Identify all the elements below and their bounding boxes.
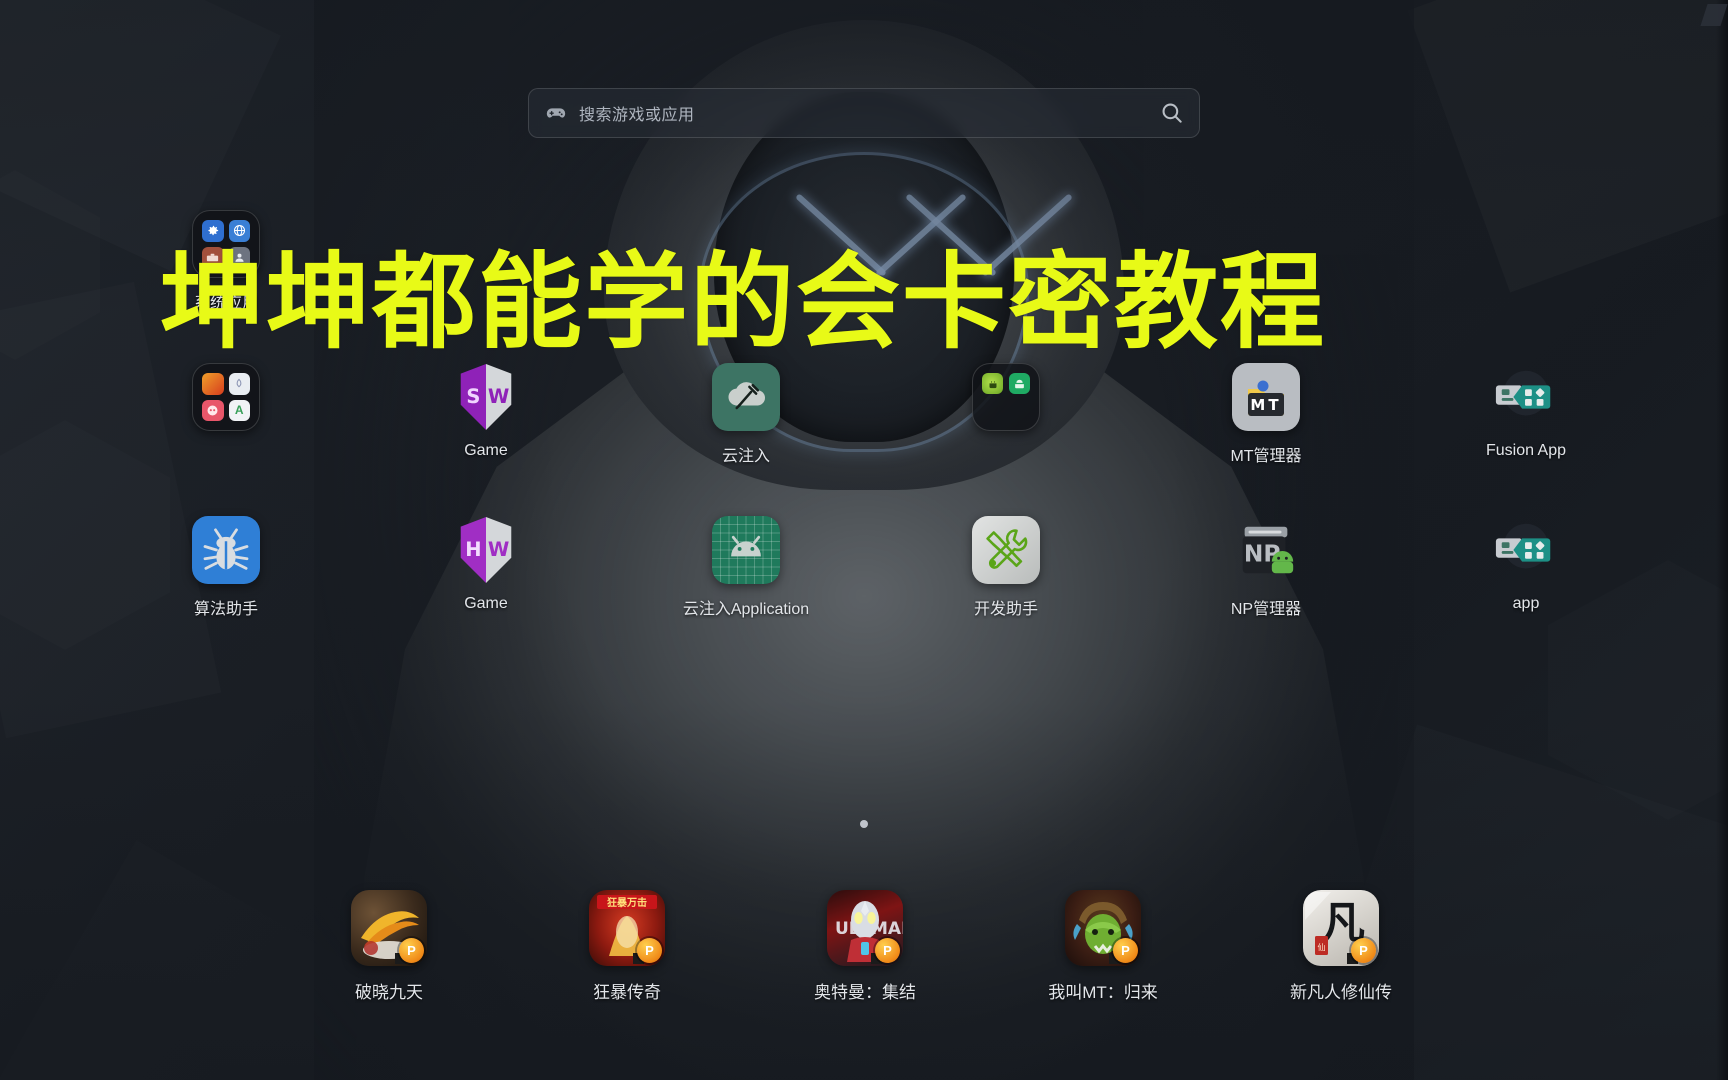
app-label: 开发助手 [973,601,1038,618]
game-kuangbaochuanqi[interactable]: 狂暴万击 P 狂暴传奇 [508,890,746,1003]
app-dev-helper[interactable]: 开发助手 [876,516,1136,619]
fusion-app-icon [1492,363,1560,431]
svg-text:S: S [466,385,480,408]
settings-gear-icon [202,220,224,242]
app-label: 破晓九天 [355,983,423,1002]
svg-text:MT: MT [1250,396,1281,414]
cloud-inject-application-icon [712,516,780,584]
game-xinfanrenxiuxian[interactable]: 凡 仙 P 新凡人修仙传 [1222,890,1460,1003]
gamepad-icon [545,102,567,124]
plugin-badge: P [875,938,900,963]
sw-shield-icon: S W [452,363,520,431]
game-poxiaojiutian[interactable]: P 破晓九天 [270,890,508,1003]
plugin-badge: P [399,938,424,963]
desktop-root: 搜索游戏或应用 系统应用 A S W Game 云注入 MT MT管理器 Fus… [0,0,1728,1080]
folder-unnamed-tools[interactable]: A [96,363,356,466]
app-mt-manager[interactable]: MT MT管理器 [1136,363,1396,466]
app-label: Game [464,595,508,612]
search-icon[interactable] [1159,100,1185,126]
app-label: 新凡人修仙传 [1290,983,1392,1002]
svg-text:狂暴万击: 狂暴万击 [607,896,647,909]
badge-label: P [407,943,416,958]
hw-shield-icon: H W [452,516,520,584]
app-hw-game[interactable]: H W Game [356,516,616,619]
folder-android-tools[interactable] [876,363,1136,466]
browser-globe-icon [228,220,250,242]
game-xinfanrenxiuxian-icon: 凡 仙 P [1303,890,1379,966]
svg-text:仙: 仙 [1318,942,1326,952]
folder-icon-android-tools [972,363,1040,431]
dock-games-row: P 破晓九天 狂暴万击 P 狂暴传奇 ULT MAN [270,890,1460,1003]
folder-icon-unnamed-tools: A [192,363,260,431]
mt-manager-icon: MT [1232,363,1300,431]
plugin-badge: P [637,938,662,963]
app-label: Fusion App [1485,442,1567,459]
plugin-badge: P [1113,938,1138,963]
orange-app-icon [202,373,224,395]
app-cloud-inject[interactable]: 云注入 [616,363,876,466]
app-cloud-inject-application[interactable]: 云注入Application [616,516,876,619]
page-indicator[interactable] [0,820,1728,828]
game-ultraman-icon: ULT MAN P [827,890,903,966]
android-box-green-icon [1008,373,1030,394]
algorithm-helper-bug-icon [192,516,260,584]
svg-text:H: H [465,538,481,561]
cloud-inject-icon [712,363,780,431]
app-label: 云注入 [721,448,770,465]
app-label: MT管理器 [1230,448,1302,465]
game-poxiaojiutian-icon: P [351,890,427,966]
app-label: NP管理器 [1230,601,1302,618]
game-wojiaomt-icon: P [1065,890,1141,966]
app-label: 算法助手 [193,601,258,618]
app-algorithm-helper[interactable]: 算法助手 [96,516,356,619]
app-label: 奥特曼：集结 [814,983,916,1002]
overlay-title-text: 坤坤都能学的会卡密教程 [160,241,1327,363]
np-manager-icon: NP [1232,516,1300,584]
badge-label: P [1121,943,1130,958]
app-np-manager[interactable]: NP NP管理器 [1136,516,1396,619]
empty-slot [1396,210,1656,313]
plugin-badge: P [1351,938,1376,963]
app-label: 云注入Application [682,601,810,618]
game-kuangbaochuanqi-icon: 狂暴万击 P [589,890,665,966]
white-rocket-icon [228,373,250,395]
search-input[interactable]: 搜索游戏或应用 [579,101,1159,125]
app-fusion-clone[interactable]: app [1396,516,1656,619]
fusion-app-clone-icon [1492,516,1560,584]
pink-face-icon [202,399,224,421]
dev-helper-tools-icon [972,516,1040,584]
search-bar[interactable]: 搜索游戏或应用 [528,88,1200,138]
screen-edge-strip [1716,0,1728,1080]
letter-a-icon: A [228,399,250,421]
app-label: 我叫MT：归来 [1048,983,1158,1002]
badge-label: P [1359,943,1368,958]
game-wojiaomt[interactable]: P 我叫MT：归来 [984,890,1222,1003]
app-fusion-app[interactable]: Fusion App [1396,363,1656,466]
app-label: app [1512,595,1540,612]
app-label: 狂暴传奇 [593,983,661,1002]
game-ultraman[interactable]: ULT MAN P 奥特曼：集结 [746,890,984,1003]
svg-text:W: W [488,538,509,561]
badge-label: P [645,943,654,958]
svg-text:W: W [488,385,509,408]
app-label: Game [464,442,508,459]
app-sw-game[interactable]: S W Game [356,363,616,466]
android-green-icon [982,373,1003,394]
page-dot-active[interactable] [860,820,868,828]
badge-label: P [883,943,892,958]
